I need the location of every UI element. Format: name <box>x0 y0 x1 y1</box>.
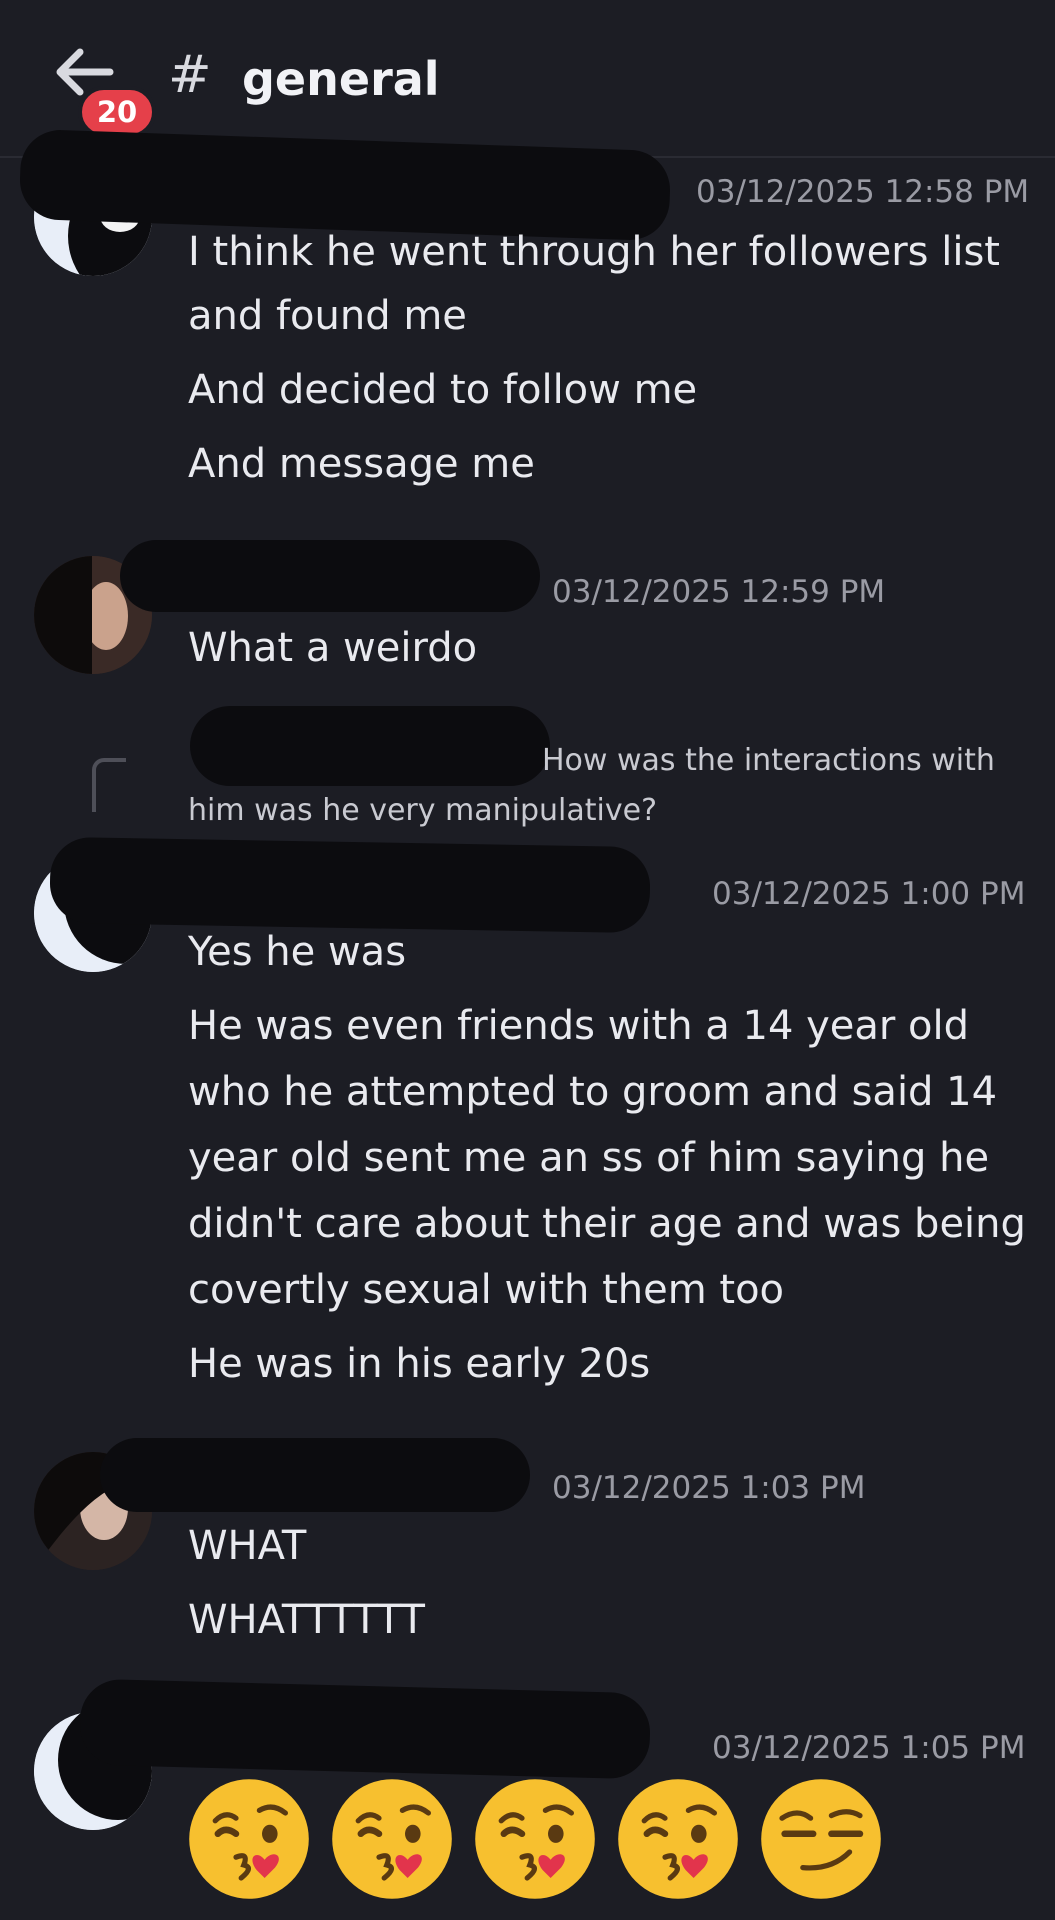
message-text: WHATTTTTT <box>188 1597 425 1643</box>
kissing-heart-emoji <box>470 1774 600 1904</box>
timestamp: 03/12/2025 1:05 PM <box>712 1730 1026 1766</box>
timestamp: 03/12/2025 12:59 PM <box>552 574 886 610</box>
message-text: He was in his early 20s <box>188 1341 651 1387</box>
message-text: WHAT <box>188 1523 307 1569</box>
redacted-username <box>78 1678 652 1780</box>
timestamp: 03/12/2025 1:03 PM <box>552 1470 866 1506</box>
reply-connector <box>92 758 126 812</box>
timestamp: 03/12/2025 1:00 PM <box>712 876 1026 912</box>
channel-title[interactable]: general <box>242 44 440 114</box>
message-text: And decided to follow me <box>188 367 698 413</box>
redacted-username <box>100 1438 530 1512</box>
redacted-username <box>120 540 540 612</box>
message-text: didn't care about their age and was bein… <box>188 1201 1026 1247</box>
reply-preview-text[interactable]: him was he very manipulative? <box>188 788 657 834</box>
smirk-emoji <box>756 1774 886 1904</box>
redacted-reply-author <box>190 706 550 786</box>
redacted-username <box>49 836 651 934</box>
timestamp: 03/12/2025 12:58 PM <box>696 174 1030 210</box>
message-text: year old sent me an ss of him saying he <box>188 1135 990 1181</box>
message-text: covertly sexual with them too <box>188 1267 785 1313</box>
message-text: and found me <box>188 293 467 339</box>
channel-hash-icon: # <box>168 45 212 105</box>
message-text: who he attempted to groom and said 14 <box>188 1069 998 1115</box>
message-text: What a weirdo <box>188 625 478 671</box>
kissing-heart-emoji <box>327 1774 457 1904</box>
message-text: He was even friends with a 14 year old <box>188 1003 970 1049</box>
kissing-heart-emoji <box>184 1774 314 1904</box>
message-text: I think he went through her followers li… <box>188 229 1000 275</box>
reply-preview-text[interactable]: How was the interactions with <box>542 738 995 784</box>
kissing-heart-emoji <box>613 1774 743 1904</box>
message-text: And message me <box>188 441 535 487</box>
message-text: Yes he was <box>188 929 407 975</box>
